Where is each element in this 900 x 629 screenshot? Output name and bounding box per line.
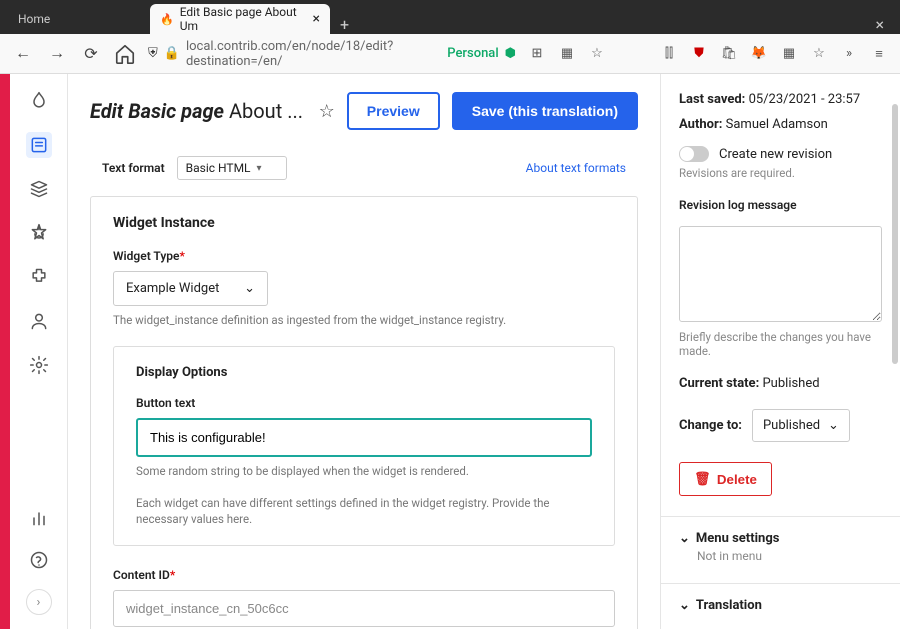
tab-favicon-icon: 🔥 — [160, 12, 174, 26]
revision-log-help: Briefly describe the changes you have ma… — [679, 330, 882, 358]
chevron-down-icon: ⌄ — [679, 598, 690, 613]
home-button[interactable] — [114, 43, 136, 65]
extension2-icon[interactable]: 🦊 — [750, 45, 768, 63]
create-revision-label: Create new revision — [719, 147, 832, 162]
container-icon: ⬢ — [505, 46, 516, 61]
chevron-down-icon: ⌄ — [244, 281, 255, 296]
new-tab-button[interactable]: + — [332, 15, 357, 34]
page-title: Edit Basic page About ... — [90, 99, 307, 123]
app-container: › Edit Basic page About ... ☆ Preview Sa… — [0, 74, 900, 629]
right-sidebar: Last saved: 05/23/2021 - 23:57 Author: S… — [660, 74, 900, 629]
appearance-icon[interactable] — [26, 220, 52, 246]
preview-button[interactable]: Preview — [347, 92, 440, 130]
content-scroll[interactable]: Text format Basic HTML ▾ About text form… — [68, 148, 660, 629]
text-format-row: Text format Basic HTML ▾ About text form… — [90, 148, 638, 188]
browser-tab-bar: Home 🔥 Edit Basic page About Um × + × — [0, 0, 900, 34]
extension-icon[interactable]: ⊞ — [528, 45, 546, 63]
chevron-down-icon: ⌄ — [828, 418, 839, 433]
button-text-help: Some random string to be displayed when … — [136, 463, 592, 479]
author: Author: Samuel Adamson — [679, 117, 882, 132]
shield-icon: ⛨ — [148, 46, 158, 61]
reports-icon[interactable] — [26, 505, 52, 531]
config-icon[interactable] — [26, 352, 52, 378]
window-close-icon[interactable]: × — [867, 15, 892, 34]
expand-rail-button[interactable]: › — [26, 589, 52, 615]
tiles-icon[interactable]: ▦ — [780, 45, 798, 63]
main-area: Edit Basic page About ... ☆ Preview Save… — [68, 74, 660, 629]
reader-icon[interactable]: ⫿⫿ — [660, 45, 678, 63]
lock-icon: 🔒 — [164, 46, 180, 61]
content-id-label: Content ID* — [113, 568, 615, 582]
trash-icon: 🗑 — [694, 471, 711, 487]
widget-type-label: Widget Type* — [113, 249, 615, 263]
menu-icon[interactable]: ≡ — [870, 45, 888, 63]
menu-settings-accordion[interactable]: ⌄ Menu settings Not in menu — [679, 517, 882, 563]
forward-button[interactable]: → — [46, 43, 68, 65]
translation-accordion[interactable]: ⌄ Translation — [679, 584, 882, 613]
drupal-logo-icon[interactable] — [26, 88, 52, 114]
content-icon[interactable] — [26, 132, 52, 158]
browser-toolbar: ← → ⟳ ⛨ 🔒 local.contrib.com/en/node/18/e… — [0, 34, 900, 74]
chevron-down-icon: ⌄ — [679, 531, 690, 546]
grid-icon[interactable]: ▦ — [558, 45, 576, 63]
tab-label: Edit Basic page About Um — [180, 5, 307, 33]
structure-icon[interactable] — [26, 176, 52, 202]
tab-label: Home — [18, 12, 50, 26]
left-rail: › — [10, 74, 68, 629]
back-button[interactable]: ← — [12, 43, 34, 65]
save-button[interactable]: Save (this translation) — [452, 92, 638, 130]
button-text-label: Button text — [136, 396, 592, 410]
settings-help: Each widget can have different settings … — [136, 495, 592, 527]
create-revision-toggle[interactable] — [679, 146, 709, 162]
current-state: Current state: Published — [679, 376, 882, 391]
text-format-select[interactable]: Basic HTML ▾ — [177, 156, 287, 180]
help-icon[interactable] — [26, 547, 52, 573]
display-options-card: Display Options Button text Some random … — [113, 346, 615, 546]
container-stripe — [0, 74, 10, 629]
widget-type-help: The widget_instance definition as ingest… — [113, 312, 615, 328]
reload-button[interactable]: ⟳ — [80, 43, 102, 65]
overflow-icon[interactable]: » — [840, 45, 858, 63]
bookmark-icon[interactable]: ☆ — [810, 45, 828, 63]
revision-log-textarea[interactable] — [679, 226, 882, 322]
revision-log-label: Revision log message — [679, 198, 882, 212]
widget-instance-card: Widget Instance Widget Type* Example Wid… — [90, 196, 638, 629]
menu-settings-sub: Not in menu — [697, 549, 882, 563]
widget-type-select[interactable]: Example Widget ⌄ — [113, 271, 268, 306]
url-text: local.contrib.com/en/node/18/edit?destin… — [186, 39, 441, 69]
extend-icon[interactable] — [26, 264, 52, 290]
last-saved: Last saved: 05/23/2021 - 23:57 — [679, 92, 882, 107]
chevron-down-icon: ▾ — [257, 163, 262, 174]
people-icon[interactable] — [26, 308, 52, 334]
display-options-title: Display Options — [136, 365, 592, 380]
url-bar[interactable]: ⛨ 🔒 local.contrib.com/en/node/18/edit?de… — [148, 39, 516, 69]
change-to-select[interactable]: Published ⌄ — [752, 409, 850, 442]
pocket-icon[interactable]: 🛍 — [720, 45, 738, 63]
delete-button[interactable]: 🗑 Delete — [679, 462, 772, 496]
favorite-star-icon[interactable]: ☆ — [319, 101, 335, 122]
change-to-label: Change to: — [679, 418, 742, 433]
page-header: Edit Basic page About ... ☆ Preview Save… — [68, 74, 660, 148]
text-format-label: Text format — [102, 161, 165, 175]
revisions-required-note: Revisions are required. — [679, 166, 882, 180]
scrollbar-thumb[interactable] — [892, 104, 898, 364]
about-text-formats-link[interactable]: About text formats — [526, 161, 626, 175]
tab-close-icon[interactable]: × — [313, 11, 320, 27]
container-label: Personal — [447, 46, 498, 61]
card-title: Widget Instance — [113, 215, 615, 231]
browser-tab-active[interactable]: 🔥 Edit Basic page About Um × — [150, 4, 330, 34]
browser-tab-home[interactable]: Home — [8, 4, 148, 34]
content-id-input[interactable] — [113, 590, 615, 627]
create-revision-row: Create new revision — [679, 146, 882, 162]
ublock-icon[interactable]: ⛊ — [690, 45, 708, 63]
button-text-input[interactable] — [136, 418, 592, 457]
star-icon[interactable]: ☆ — [588, 45, 606, 63]
